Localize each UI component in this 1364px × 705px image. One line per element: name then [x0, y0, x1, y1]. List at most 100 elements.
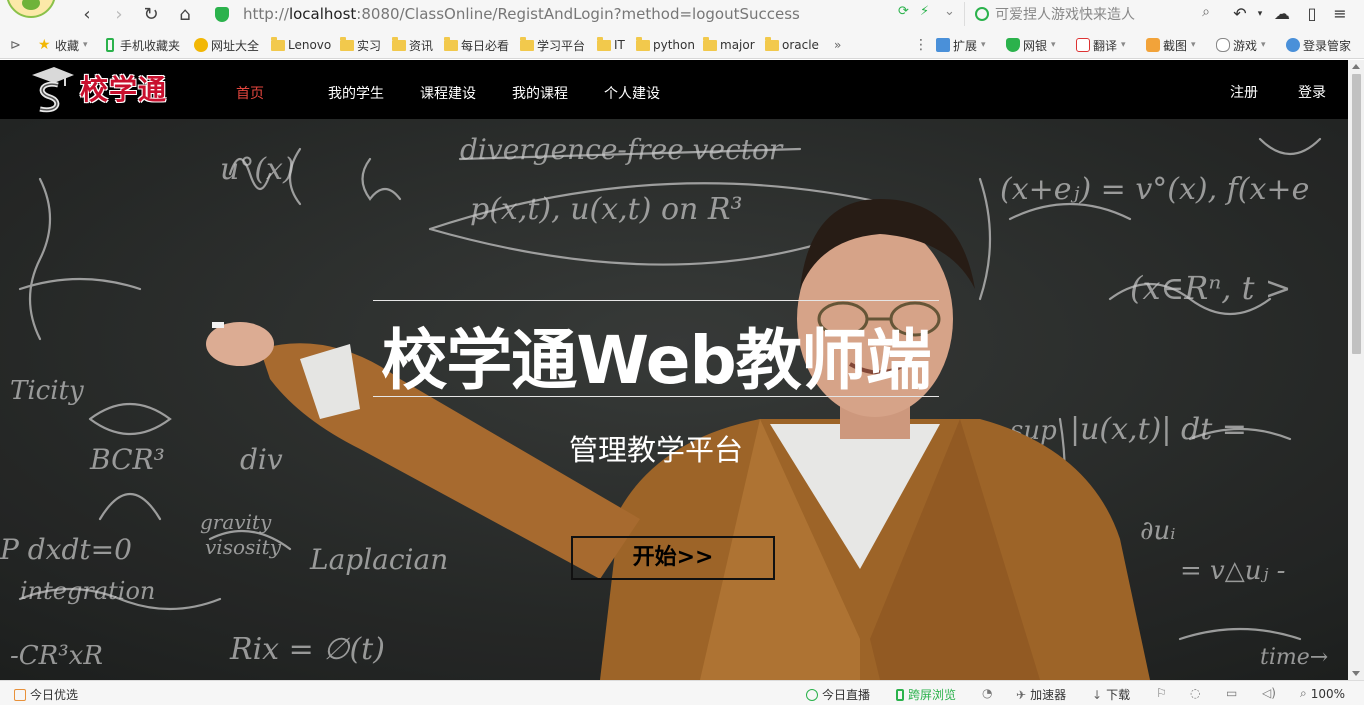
status-accelerator[interactable]: ✈ 加速器 — [1016, 686, 1066, 703]
address-bar-row: ‹ › ↻ ⌂ http://localhost:8080/ClassOnlin… — [0, 0, 1364, 30]
status-cross-screen[interactable]: 跨屏浏览 — [896, 686, 956, 703]
folder-icon — [597, 36, 611, 51]
download-arrow-icon: ↓ — [1092, 687, 1103, 702]
scrollbar-thumb[interactable] — [1352, 74, 1361, 354]
chevron-down-icon: ▾ — [1051, 40, 1056, 50]
status-label: 跨屏浏览 — [908, 688, 957, 702]
bookmark-folder-daily[interactable]: 每日必看 — [444, 36, 509, 54]
graduation-cap-logo-icon — [28, 63, 76, 113]
back-arrow-icon[interactable]: ‹ — [76, 4, 98, 26]
bookmark-folder-it[interactable]: IT — [597, 36, 625, 54]
login-link[interactable]: 登录 — [1298, 82, 1326, 102]
home-icon[interactable]: ⌂ — [174, 4, 196, 26]
bookmark-directory[interactable]: 网址大全 — [194, 36, 259, 54]
ext-login-manager[interactable]: 登录管家 — [1286, 36, 1351, 54]
search-field[interactable]: 可爱捏人游戏快来造人 ⌕ — [964, 2, 1214, 26]
ext-games[interactable]: 游戏 ▾ — [1216, 36, 1266, 54]
ext-ebank[interactable]: 网银 ▾ — [1006, 36, 1056, 54]
compass-icon — [194, 38, 208, 52]
browser-status-bar: 今日优选 今日直播 跨屏浏览 ◔ ✈ 加速器 ↓ 下载 ⚐ ◌ ▭ ◁) ⌕ 1… — [0, 680, 1364, 705]
bookmark-folder-python[interactable]: python — [636, 36, 695, 54]
bookmark-folder-news[interactable]: 资讯 — [392, 36, 433, 54]
vertical-dots-icon[interactable]: ⋮ — [914, 36, 928, 54]
bookmark-folder-internship[interactable]: 实习 — [340, 36, 381, 54]
status-live[interactable]: 今日直播 — [806, 686, 870, 703]
chevron-down-icon: ▾ — [83, 40, 88, 50]
scroll-up-arrow-icon[interactable] — [1352, 64, 1360, 69]
flag-icon[interactable]: ⚐ — [1156, 686, 1167, 700]
scroll-down-arrow-icon[interactable] — [1352, 671, 1360, 676]
bookmark-label: 学习平台 — [537, 38, 586, 53]
status-zoom[interactable]: ⌕ 100% — [1300, 686, 1345, 701]
ext-extensions[interactable]: 扩展 ▾ — [936, 36, 986, 54]
rocket-icon: ✈ — [1016, 687, 1027, 702]
undo-icon[interactable]: ↶ — [1230, 4, 1250, 24]
register-link[interactable]: 注册 — [1230, 82, 1258, 102]
ie-mode-icon[interactable]: ◌ — [1190, 686, 1200, 700]
bookmark-label: python — [653, 38, 695, 52]
bookmark-folder-lenovo[interactable]: Lenovo — [271, 36, 331, 54]
folder-icon — [765, 36, 779, 51]
extension-label: 扩展 — [953, 38, 978, 53]
url-field[interactable]: http://localhost:8080/ClassOnline/Regist… — [205, 2, 962, 26]
reload-icon[interactable]: ↻ — [140, 4, 162, 26]
folder-icon — [271, 36, 285, 51]
nav-home[interactable]: 首页 — [236, 83, 264, 103]
shield-money-icon — [1006, 38, 1020, 52]
bookmark-folder-oracle[interactable]: oracle — [765, 36, 819, 54]
cloud-icon[interactable]: ☁ — [1272, 4, 1292, 24]
status-daily-picks[interactable]: 今日优选 — [14, 686, 78, 703]
nav-my-courses[interactable]: 我的课程 — [512, 83, 568, 103]
search-icon[interactable]: ⌕ — [1202, 4, 1210, 20]
site-logo[interactable]: 校学通 — [28, 60, 183, 116]
extension-label: 截图 — [1163, 38, 1188, 53]
hero-banner: divergence-free vector p(x,t), u(x,t) on… — [0, 119, 1348, 680]
ext-translate[interactable]: 翻译 ▾ — [1076, 36, 1126, 54]
hero-title: 校学通Web教师端 — [381, 322, 931, 399]
page-scrollbar[interactable] — [1348, 60, 1364, 680]
phone-sync-icon[interactable]: ▯ — [1302, 4, 1322, 24]
menu-icon[interactable]: ≡ — [1330, 4, 1350, 24]
status-download[interactable]: ↓ 下载 — [1092, 686, 1130, 703]
window-icon[interactable]: ▭ — [1226, 686, 1237, 700]
gamepad-icon — [1216, 38, 1230, 52]
sidebar-toggle-icon[interactable]: ⊳ — [10, 36, 21, 54]
extension-label: 网银 — [1023, 38, 1048, 53]
start-button[interactable]: 开始>> — [571, 536, 775, 580]
bookmarks-more-button[interactable]: » — [834, 36, 841, 54]
hero-bottom-divider — [373, 396, 939, 397]
bookmark-label: 收藏 — [55, 38, 80, 53]
status-label: 今日直播 — [822, 688, 871, 702]
bookmark-label: 实习 — [357, 38, 382, 53]
bookmark-folder-learning[interactable]: 学习平台 — [520, 36, 585, 54]
nav-my-students[interactable]: 我的学生 — [328, 83, 384, 103]
zoom-magnifier-icon: ⌕ — [1300, 686, 1307, 700]
bookmark-label: 每日必看 — [461, 38, 510, 53]
ext-screenshot[interactable]: 截图 ▾ — [1146, 36, 1196, 54]
chevron-down-icon: ▾ — [1261, 40, 1266, 50]
user-avatar[interactable] — [6, 0, 56, 18]
bookmark-mobile[interactable]: 手机收藏夹 — [106, 36, 180, 54]
speaker-icon[interactable]: ◁) — [1262, 686, 1276, 700]
bookmark-label: 网址大全 — [211, 38, 260, 53]
extension-label: 游戏 — [1233, 38, 1258, 53]
search-placeholder: 可爱捏人游戏快来造人 — [995, 7, 1135, 23]
bookmark-label: Lenovo — [288, 38, 332, 52]
nav-personal-building[interactable]: 个人建设 — [604, 83, 660, 103]
phone-icon — [896, 688, 904, 701]
bookmark-folder-major[interactable]: major — [703, 36, 755, 54]
forward-arrow-icon[interactable]: › — [108, 4, 130, 26]
user-key-icon — [1286, 38, 1300, 52]
refresh-green-icon[interactable]: ⟳ — [898, 4, 909, 19]
hero-top-divider — [373, 300, 939, 301]
bookmark-label: IT — [614, 38, 625, 52]
gift-icon — [14, 688, 26, 701]
speed-dial-icon[interactable]: ◔ — [982, 686, 992, 700]
undo-menu-chevron-icon[interactable]: ▾ — [1250, 4, 1270, 24]
nav-course-building[interactable]: 课程建设 — [420, 83, 476, 103]
lightning-icon[interactable]: ⚡ — [920, 4, 929, 19]
secure-shield-icon — [215, 6, 229, 22]
bookmark-favorites[interactable]: ★ 收藏 ▾ — [38, 36, 88, 54]
chevron-down-icon[interactable]: ⌄ — [944, 4, 955, 19]
hero-subtitle: 管理教学平台 — [568, 433, 743, 467]
